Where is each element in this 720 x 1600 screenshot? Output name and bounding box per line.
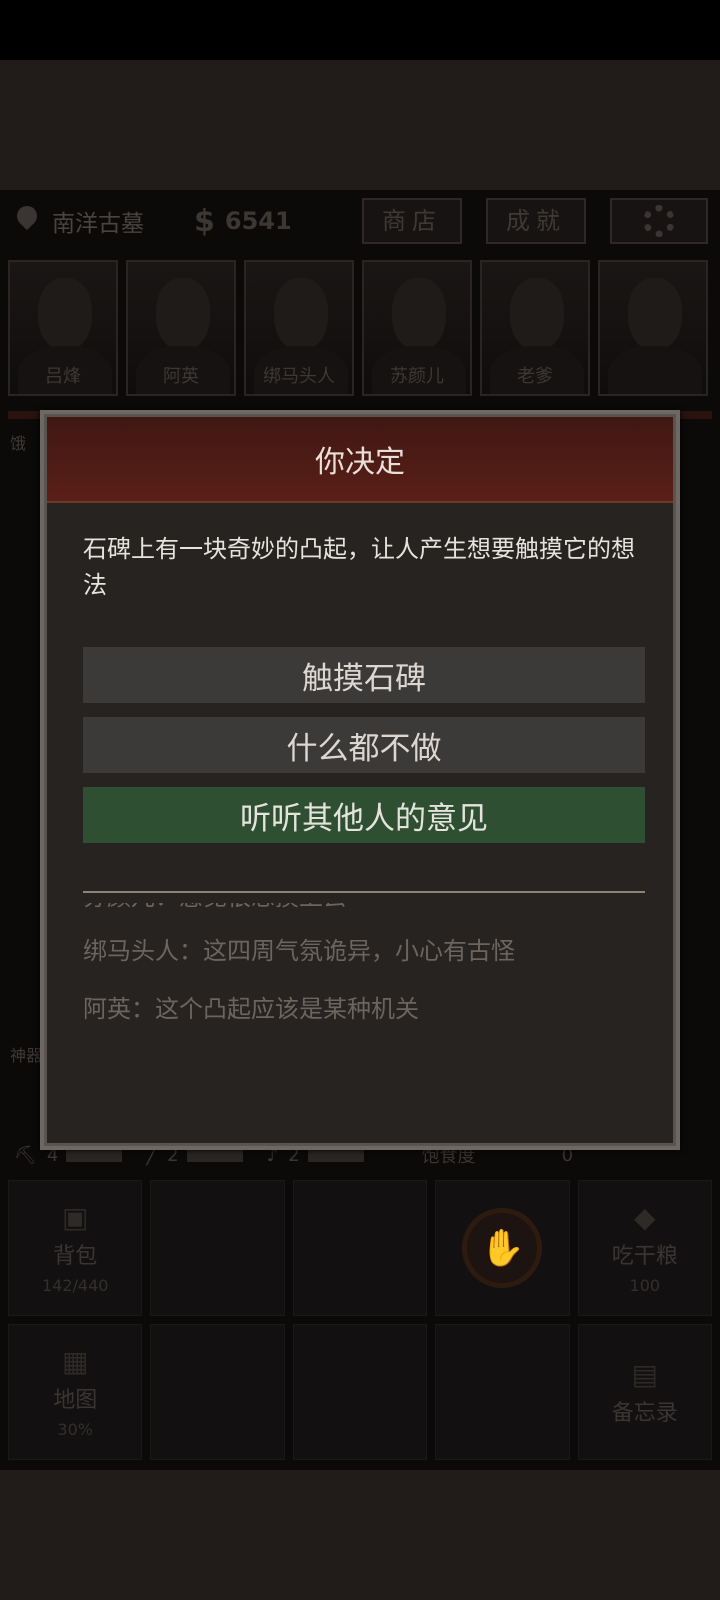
log-speaker: 阿英： [83,995,155,1023]
portrait-5[interactable]: 老爹 [480,260,590,396]
money: $ 6541 [194,204,344,239]
portrait-1[interactable]: 吕烽 [8,260,118,396]
empty-slot [150,1324,285,1460]
log-speaker: 绑马头人： [83,937,203,965]
log-speaker: 苏颜儿： [83,903,179,921]
portrait-name: 阿英 [163,366,199,387]
settings-button[interactable] [610,198,708,244]
log-entry: 阿英： 这个凸起应该是某种机关 [83,985,645,1033]
portrait-name: 老爹 [517,366,553,387]
eat-rations-button[interactable]: ◆ 吃干粮 100 [577,1180,712,1316]
map-label: 地图 [53,1388,98,1413]
dialog-title: 你决定 [315,445,405,480]
memo-icon: ▤ [631,1357,659,1391]
empty-slot [292,1180,428,1316]
location: 南洋古墓 [14,204,194,238]
log-text: 这个凸起应该是某种机关 [155,995,419,1023]
log-entry: 苏颜儿： 感觉很想摸上去 [83,903,645,921]
decision-dialog: 你决定 石碑上有一块奇妙的凸起，让人产生想要触摸它的想法 触摸石碑 什么都不做 … [40,410,680,1150]
backpack-icon: ▣ [61,1201,89,1234]
log-text: 感觉很想摸上去 [179,903,645,921]
artifact-tag: 神器 [10,1046,43,1065]
gear-icon [643,205,675,237]
navigation-bar-area [0,1470,720,1600]
location-pin-icon [14,204,40,238]
achievements-button[interactable]: 成就 [486,198,586,244]
choice-do-nothing-button[interactable]: 什么都不做 [83,717,645,773]
eat-label: 吃干粮 [611,1244,678,1269]
portrait-name: 绑马头人 [263,366,335,387]
interact-button[interactable]: ✋ [435,1180,570,1316]
choice-touch-stele-button[interactable]: 触摸石碑 [83,647,645,703]
party-portraits: 吕烽 阿英 绑马头人 苏颜儿 老爹 [8,260,708,396]
money-amount: 6541 [224,207,292,235]
action-grid: ▣ 背包 142/440 ✋ ◆ 吃干粮 100 ▦ 地图 30% ▤ 备忘录 [8,1180,712,1460]
portrait-6-empty [598,260,708,396]
choice-ask-others-button[interactable]: 听听其他人的意见 [83,787,645,843]
portrait-name: 苏颜儿 [390,366,444,387]
map-percent: 30% [57,1420,93,1439]
log-text: 这四周气氛诡异，小心有古怪 [203,937,515,965]
portrait-name: 吕烽 [45,366,81,387]
memo-label: 备忘录 [611,1400,678,1426]
portrait-4[interactable]: 苏颜儿 [362,260,472,396]
dollar-icon: $ [194,203,215,239]
empty-slot [292,1324,428,1460]
hunger-tag: 饿 [10,434,27,453]
backpack-label: 背包 [53,1244,98,1269]
backpack-capacity: 142/440 [41,1276,109,1295]
pickaxe-icon: ⛏ [14,1144,37,1166]
empty-slot [435,1324,570,1460]
portrait-2[interactable]: 阿英 [126,260,236,396]
log-entry: 绑马头人： 这四周气氛诡异，小心有古怪 [83,927,645,975]
status-bar-area [0,60,720,190]
ration-bag-icon: ◆ [634,1201,656,1234]
map-icon: ▦ [61,1345,89,1378]
shop-button[interactable]: 商店 [362,198,462,244]
top-hud: 南洋古墓 $ 6541 商店 成就 [0,190,720,252]
map-button[interactable]: ▦ 地图 30% [8,1324,143,1460]
empty-slot [150,1180,285,1316]
dialog-panel: 你决定 石碑上有一块奇妙的凸起，让人产生想要触摸它的想法 触摸石碑 什么都不做 … [44,414,676,1146]
portrait-3[interactable]: 绑马头人 [244,260,354,396]
dialog-divider [83,891,645,893]
ration-count: 100 [629,1276,661,1295]
memo-button[interactable]: ▤ 备忘录 [577,1324,712,1460]
dialog-header: 你决定 [47,417,673,503]
location-name: 南洋古墓 [52,211,144,237]
hand-icon: ✋ [462,1208,543,1288]
dialog-prompt: 石碑上有一块奇妙的凸起，让人产生想要触摸它的想法 [83,535,635,599]
opinion-log[interactable]: 苏颜儿： 感觉很想摸上去 绑马头人： 这四周气氛诡异，小心有古怪 阿英： 这个凸… [83,903,645,1133]
backpack-button[interactable]: ▣ 背包 142/440 [8,1180,143,1316]
